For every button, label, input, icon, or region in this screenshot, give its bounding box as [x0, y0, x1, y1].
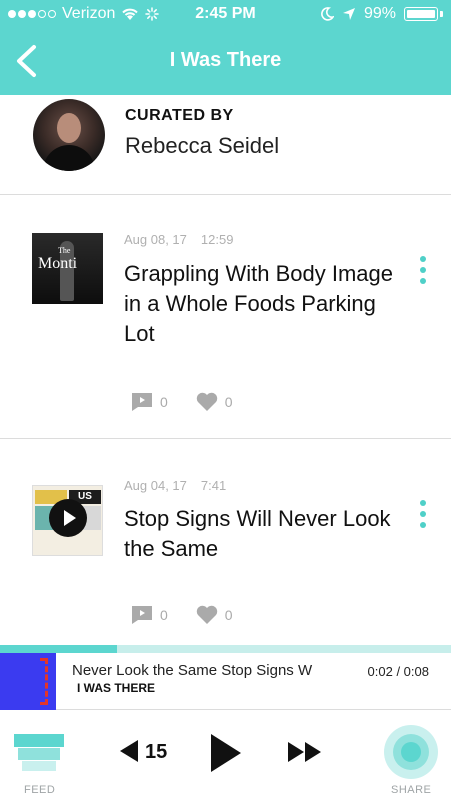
like-stat[interactable]: 0 [196, 392, 233, 412]
episode-stats: 0 0 [131, 392, 233, 412]
player-artwork [0, 653, 56, 710]
comment-count: 0 [160, 607, 168, 623]
episode-title[interactable]: Stop Signs Will Never Look the Same [124, 504, 394, 564]
battery-percent: 99% [363, 5, 396, 22]
share-icon[interactable] [384, 725, 438, 779]
curator-section[interactable]: CURATED BY Rebecca Seidel [0, 95, 451, 195]
episode-date: Aug 08, 17 [124, 232, 187, 247]
bottom-bar: FEED 15 SHARE [0, 710, 451, 800]
nav-bar: I Was There [0, 30, 451, 95]
heart-icon [196, 392, 217, 411]
now-playing-show: I WAS THERE [77, 681, 156, 695]
playback-progress-fill [0, 645, 118, 653]
mini-player[interactable]: Never Look the Same Stop Signs W I WAS T… [0, 653, 451, 710]
curator-name[interactable]: Rebecca Seidel [125, 133, 279, 159]
episode-meta: Aug 04, 17 7:41 [124, 478, 226, 493]
comment-stat[interactable]: 0 [131, 392, 168, 412]
now-playing-title: Never Look the Same Stop Signs W [72, 662, 313, 679]
share-label: SHARE [391, 784, 432, 796]
heart-icon [196, 605, 217, 624]
play-icon[interactable] [208, 732, 244, 774]
battery-icon [404, 7, 438, 21]
battery-tip [440, 11, 443, 17]
avatar [33, 99, 105, 171]
page-title: I Was There [169, 49, 282, 71]
playback-progress-bar[interactable] [0, 645, 451, 653]
play-icon[interactable] [49, 499, 87, 537]
list-item[interactable]: US Aug 04, 17 7:41 Stop Signs Will Never … [0, 440, 451, 650]
status-bar: Verizon 2:45 PM 99% [0, 0, 451, 30]
episode-thumbnail[interactable]: US [32, 485, 103, 556]
like-count: 0 [224, 394, 233, 410]
episode-duration: 7:41 [200, 478, 227, 493]
more-options-icon[interactable] [418, 256, 428, 284]
status-right: 99% [320, 5, 443, 23]
list-item[interactable]: The Monti Aug 08, 17 12:59 Grappling With… [0, 196, 451, 439]
comment-count: 0 [160, 394, 168, 410]
top-bar: Verizon 2:45 PM 99% I Was There [0, 0, 451, 95]
curated-by-label: CURATED BY [125, 107, 234, 124]
episode-date: Aug 04, 17 [124, 478, 187, 493]
comment-icon [132, 606, 152, 624]
skip-back-seconds[interactable]: 15 [145, 741, 167, 764]
episode-stats: 0 0 [131, 605, 233, 625]
comment-stat[interactable]: 0 [131, 605, 168, 625]
episode-thumbnail[interactable]: The Monti [32, 233, 103, 304]
playback-time: 0:02 / 0:08 [367, 664, 429, 679]
like-count: 0 [224, 607, 233, 623]
thumbnail-small-text: The [58, 246, 71, 255]
episode-meta: Aug 08, 17 12:59 [124, 232, 233, 247]
like-stat[interactable]: 0 [196, 605, 233, 625]
episode-duration: 12:59 [200, 232, 234, 247]
location-arrow-icon [342, 8, 355, 20]
episode-title[interactable]: Grappling With Body Image in a Whole Foo… [124, 259, 394, 349]
comment-icon [132, 393, 152, 411]
moon-icon [321, 7, 334, 21]
feed-label: FEED [24, 784, 56, 796]
thumbnail-text: Monti [38, 255, 78, 272]
fast-forward-icon[interactable] [287, 740, 323, 764]
more-options-icon[interactable] [418, 500, 428, 528]
